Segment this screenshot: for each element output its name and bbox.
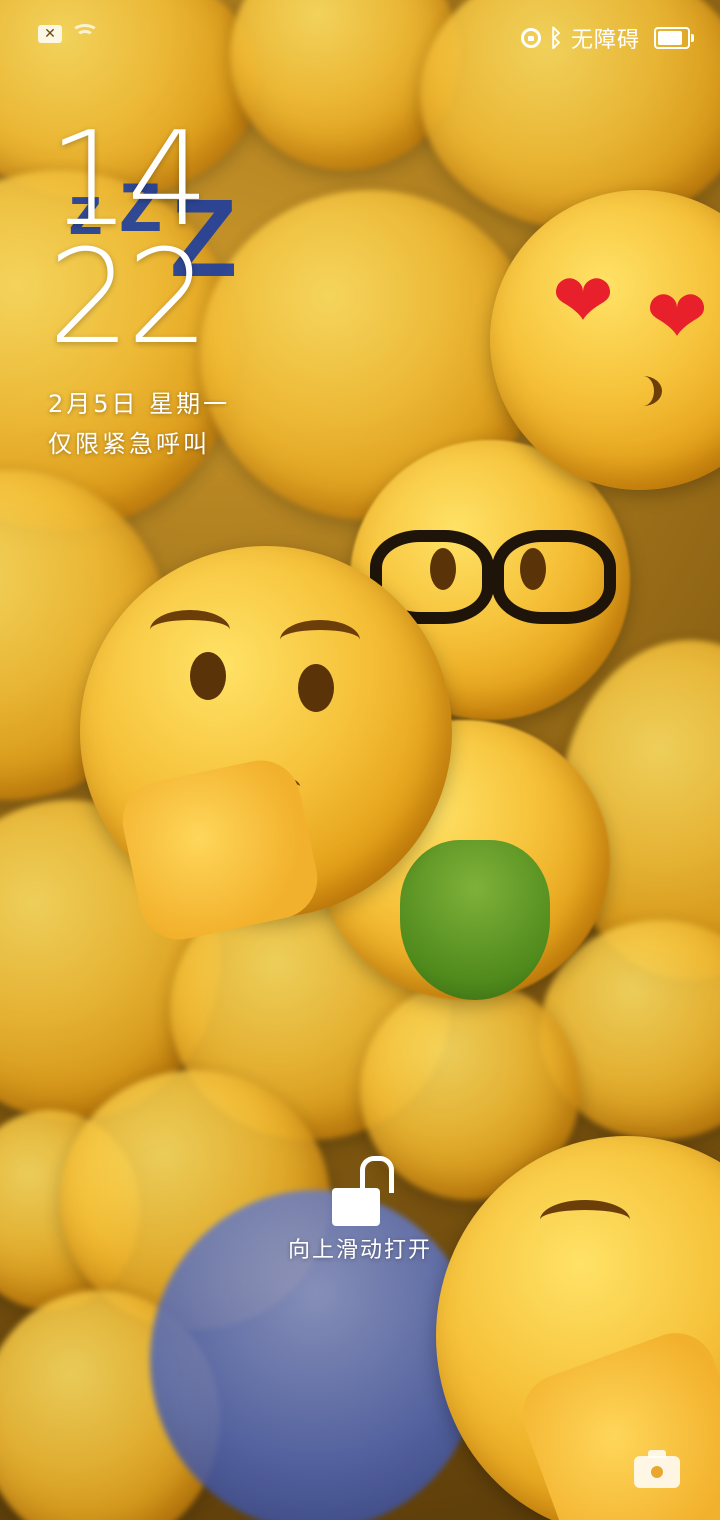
lock-screen: z z Z ❤ ❤ ✕ ᛒ 无障碍 14 22 2月5日 星期一 仅限紧急呼叫 …: [0, 0, 720, 1520]
kiss-mouth: [624, 376, 662, 406]
thinking-brow-right: [280, 620, 360, 660]
status-bar-right: ᛒ 无障碍: [520, 22, 694, 54]
wifi-icon: [71, 24, 99, 44]
unlock-padlock-icon[interactable]: [320, 1152, 400, 1228]
date-text: 2月5日 星期一: [48, 390, 231, 418]
vomit-green: [400, 840, 550, 1000]
thinking-eye-left: [190, 652, 226, 700]
camera-lens: [648, 1463, 666, 1481]
nerd-eye-right: [520, 548, 546, 590]
rotation-lock-icon: [520, 28, 541, 48]
heart-eye-right: ❤: [646, 274, 709, 360]
padlock-body: [332, 1188, 380, 1226]
camera-icon[interactable]: [634, 1450, 680, 1488]
clock-minute: 22: [48, 221, 209, 373]
battery-level-fill: [658, 31, 682, 45]
swipe-up-unlock[interactable]: 向上滑动打开: [0, 1152, 720, 1264]
heart-eye-left: ❤: [552, 258, 615, 344]
emergency-calls-only-text[interactable]: 仅限紧急呼叫: [48, 424, 210, 459]
bluetooth-icon: ᛒ: [548, 24, 563, 52]
status-bar-left: ✕: [38, 24, 99, 44]
accessibility-label: 无障碍: [570, 28, 640, 53]
nerd-glasses-right: [492, 530, 616, 624]
thinking-eye-right: [298, 664, 334, 712]
lock-clock: 14 22: [48, 114, 209, 373]
thinking-brow-left: [150, 610, 230, 650]
status-bar: ✕ ᛒ 无障碍: [0, 0, 720, 72]
battery-icon: [654, 27, 694, 49]
unlock-hint-text: 向上滑动打开: [287, 1238, 432, 1263]
sim-error-icon: ✕: [38, 25, 62, 43]
nerd-eye-left: [430, 548, 456, 590]
